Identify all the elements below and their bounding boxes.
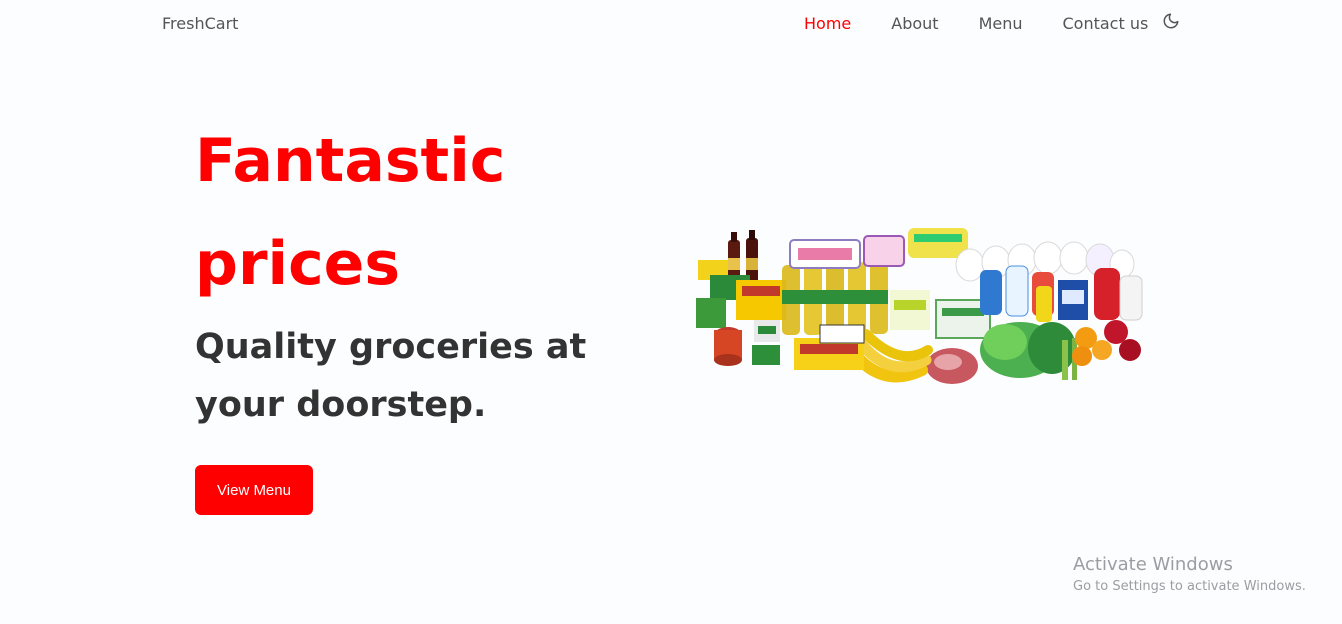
hero-subtitle-line1: Quality groceries at	[195, 327, 587, 367]
watermark-subtitle: Go to Settings to activate Windows.	[1073, 579, 1306, 594]
nav-link-home[interactable]: Home	[804, 14, 851, 33]
nav-link-menu[interactable]: Menu	[979, 14, 1023, 33]
nav-link-about[interactable]: About	[891, 14, 938, 33]
groceries-image	[690, 220, 1150, 400]
view-menu-button[interactable]: View Menu	[195, 465, 313, 515]
nav-link-contact[interactable]: Contact us	[1063, 14, 1149, 33]
hero-subtitle-line2: your doorstep.	[195, 385, 487, 425]
brand-logo[interactable]: FreshCart	[162, 14, 238, 33]
hero-subtitle: Quality groceries at your doorstep.	[195, 318, 625, 434]
hero-title-line1: Fantastic	[195, 126, 506, 196]
nav-links: Home About Menu Contact us	[804, 12, 1180, 33]
moon-icon[interactable]	[1162, 12, 1180, 30]
windows-activation-watermark: Activate Windows Go to Settings to activ…	[1073, 553, 1306, 597]
navbar: FreshCart Home About Menu Contact us	[0, 0, 1342, 50]
hero-title: Fantastic prices	[195, 110, 615, 316]
watermark-title: Activate Windows	[1073, 554, 1233, 575]
hero-title-line2: prices	[195, 229, 401, 299]
